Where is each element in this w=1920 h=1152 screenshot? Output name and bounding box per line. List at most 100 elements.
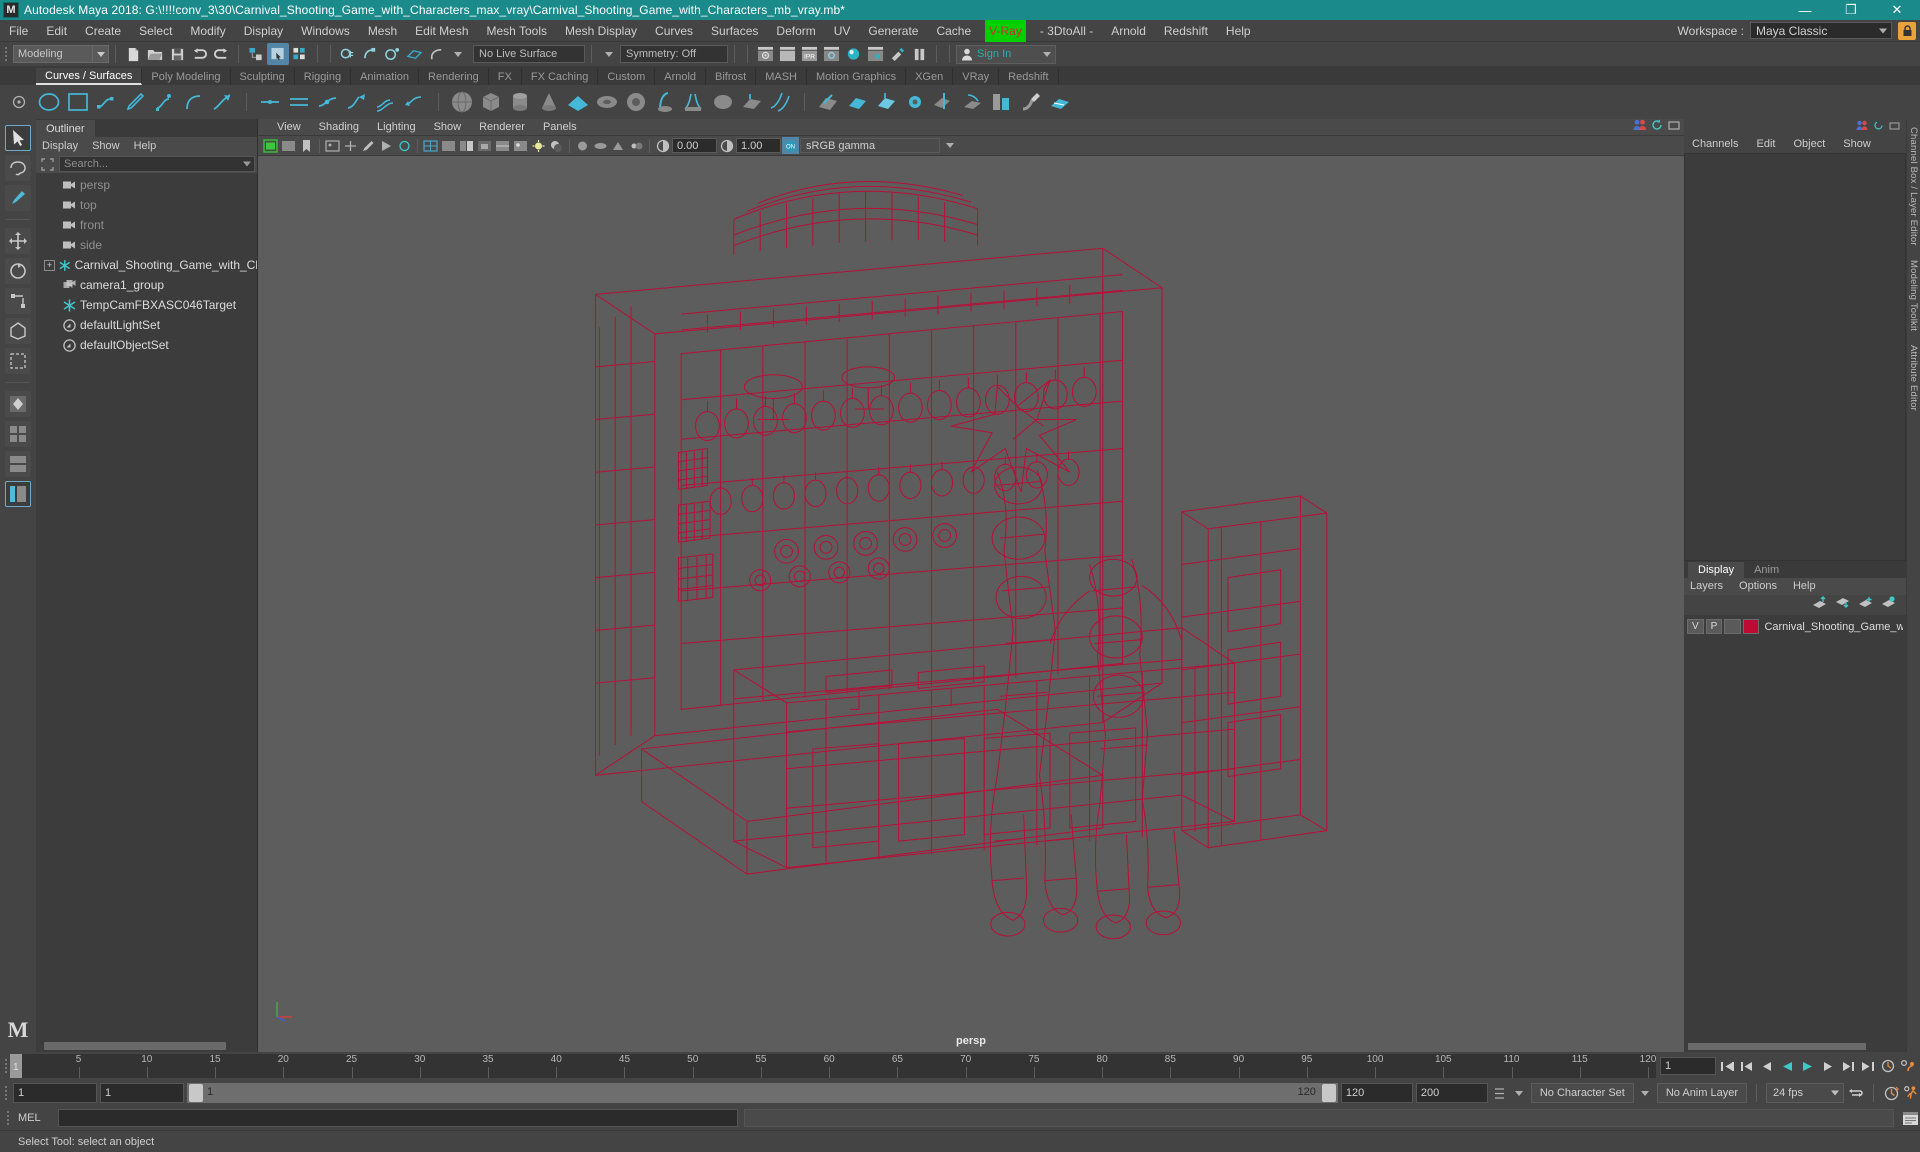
arc-curve-icon[interactable] [181,89,207,115]
layer-tab-display[interactable]: Display [1688,561,1745,578]
gamma-icon[interactable] [718,137,735,154]
move-layer-up-icon[interactable] [1812,595,1827,614]
workspace-dropdown[interactable]: Maya Classic [1750,22,1892,39]
menu-mesh-display[interactable]: Mesh Display [556,20,646,42]
render-settings-icon[interactable] [820,43,842,65]
save-scene-icon[interactable] [166,43,188,65]
select-object-icon[interactable] [267,43,289,65]
outliner-item-tempcam-target[interactable]: TempCamFBXASC046Target [36,295,257,315]
user-presence-icon[interactable] [1633,118,1646,136]
layers-menu-layers[interactable]: Layers [1690,580,1723,592]
gamma-value-field[interactable]: 1.00 [736,138,781,153]
depth-of-field-icon[interactable] [628,137,645,154]
nurbs-circle-surface-icon[interactable] [623,89,649,115]
range-start-field[interactable]: 1 [13,1083,97,1103]
channelbox-menu-object[interactable]: Object [1793,138,1825,150]
untrim-icon[interactable] [873,89,899,115]
loop-playback-icon[interactable] [1847,1085,1864,1102]
menu-display[interactable]: Display [235,20,292,42]
square-curve-icon[interactable] [65,89,91,115]
layer-horizontal-scrollbar[interactable] [1684,1041,1906,1052]
anim-layer-field[interactable]: No Anim Layer [1656,1083,1747,1103]
go-to-end-icon[interactable] [1859,1058,1876,1075]
bezier-curve-icon[interactable] [210,89,236,115]
rotate-tool-button[interactable] [5,258,31,284]
shelf-tab-poly-modeling[interactable]: Poly Modeling [142,68,231,85]
layers-menu-options[interactable]: Options [1739,580,1777,592]
shelf-tab-curves-surfaces[interactable]: Curves / Surfaces [36,68,143,85]
viewport-menu-show[interactable]: Show [425,121,471,133]
smooth-shade-selected-icon[interactable] [458,137,475,154]
toolbar-grip[interactable] [2,43,10,65]
ipr-render-icon[interactable]: IPR [798,43,820,65]
layers-menu-help[interactable]: Help [1793,580,1816,592]
universal-manipulator-button[interactable] [5,318,31,344]
shelf-tab-sculpting[interactable]: Sculpting [231,68,295,85]
planar-surface-icon[interactable] [710,89,736,115]
outliner-item-top[interactable]: top [36,195,257,215]
create-layer-from-selected-icon[interactable] [1881,595,1896,614]
layer-color-swatch[interactable] [1742,619,1760,634]
viewport-3d-canvas[interactable]: persp [258,156,1684,1052]
panel-expand-icon[interactable] [1889,118,1900,136]
snap-curve-icon[interactable] [359,43,381,65]
snap-grid-icon[interactable] [337,43,359,65]
snap-dropdown-arrow[interactable] [447,43,469,65]
command-language-label[interactable]: MEL [18,1112,52,1124]
loft-icon[interactable] [681,89,707,115]
camera-attributes-icon[interactable] [280,137,297,154]
go-to-start-icon[interactable] [1719,1058,1736,1075]
new-scene-icon[interactable] [122,43,144,65]
project-curve-icon[interactable] [960,89,986,115]
menu-surfaces[interactable]: Surfaces [702,20,767,42]
intersect-surfaces-icon[interactable] [931,89,957,115]
lock-icon[interactable] [1898,21,1916,40]
render-current-frame-icon[interactable] [754,43,776,65]
close-button[interactable]: ✕ [1874,0,1920,20]
viewport-menu-lighting[interactable]: Lighting [368,121,425,133]
open-scene-icon[interactable] [144,43,166,65]
pause-render-icon[interactable] [908,43,930,65]
menu-create[interactable]: Create [76,20,130,42]
auto-keyframe-icon[interactable] [1879,1058,1896,1075]
select-hierarchy-icon[interactable] [245,43,267,65]
shelf-tab-redshift[interactable]: Redshift [999,68,1059,85]
timeslider-grip[interactable] [2,1055,10,1077]
move-layer-down-icon[interactable] [1835,596,1850,614]
outliner-persp-layout-button[interactable] [5,481,31,507]
range-end-knob[interactable] [1321,1084,1336,1102]
nurbs-plane-icon[interactable] [565,89,591,115]
animation-start-field[interactable]: 1 [100,1083,184,1103]
channelbox-menu-channels[interactable]: Channels [1692,138,1738,150]
extrude-icon[interactable] [739,89,765,115]
range-start-knob[interactable] [189,1084,203,1102]
command-input-field[interactable] [58,1109,738,1127]
snap-point-icon[interactable] [381,43,403,65]
shadows-icon[interactable] [548,137,565,154]
menu-cache[interactable]: Cache [927,20,980,42]
playback-options-icon[interactable] [1491,1085,1508,1102]
gpu-cache-icon[interactable] [396,137,413,154]
menu-vray[interactable]: V-Ray [985,19,1026,42]
layer-tab-anim[interactable]: Anim [1744,562,1789,578]
color-management-field[interactable]: sRGB gamma [800,138,940,153]
outliner-menu-display[interactable]: Display [42,140,78,152]
menu-deform[interactable]: Deform [767,20,824,42]
outliner-item-side[interactable]: side [36,235,257,255]
outliner-item-default-object-set[interactable]: defaultObjectSet [36,335,257,355]
circle-curve-icon[interactable] [36,89,62,115]
minimize-button[interactable]: — [1782,0,1828,20]
character-set-field[interactable]: No Character Set [1530,1083,1634,1103]
outliner-item-default-light-set[interactable]: defaultLightSet [36,315,257,335]
extend-curve-icon[interactable] [344,89,370,115]
soft-select-button[interactable] [5,348,31,374]
symmetry-field[interactable]: Symmetry: Off [620,45,728,63]
menuset-dropdown-arrow[interactable] [93,45,109,63]
play-backwards-icon[interactable] [1779,1058,1796,1075]
live-surface-field[interactable]: No Live Surface [473,45,585,63]
auto-key-toggle-icon[interactable] [1883,1085,1900,1102]
layer-visibility-toggle[interactable]: V [1687,619,1704,634]
outliner-menu-show[interactable]: Show [92,140,120,152]
reverse-curve-icon[interactable] [402,89,428,115]
shelf-tab-rigging[interactable]: Rigging [295,68,352,85]
